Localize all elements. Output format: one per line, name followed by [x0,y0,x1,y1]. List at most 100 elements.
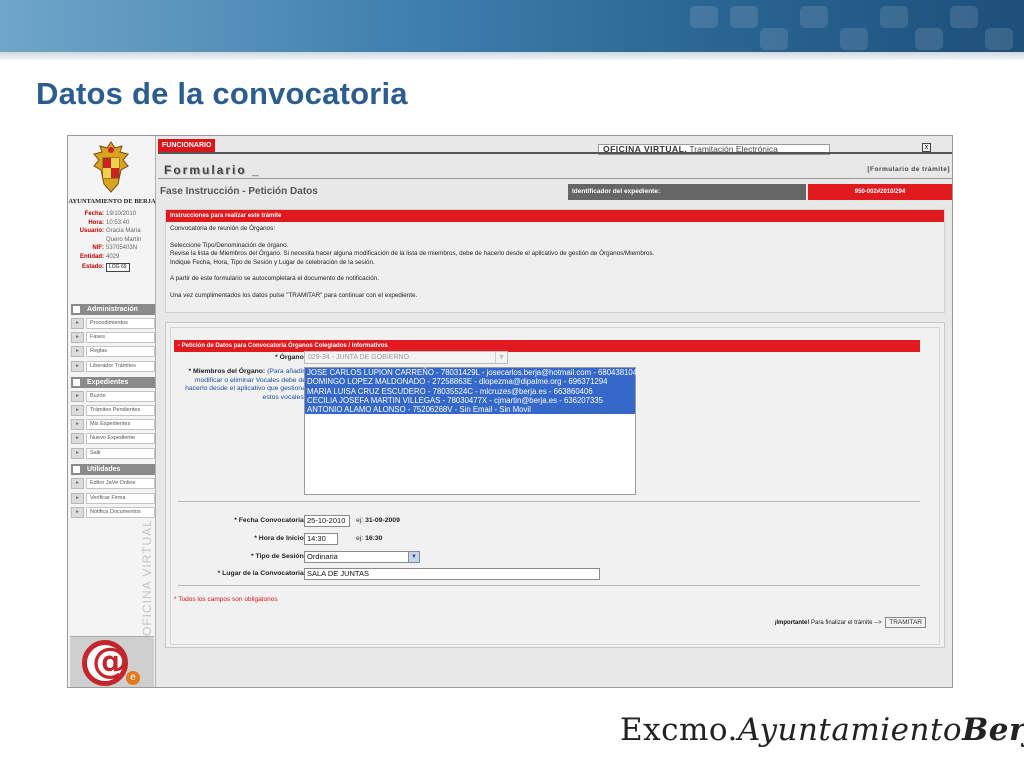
app-window: AYUNTAMIENTO DE BERJA Fecha: 19/10/2010 H… [67,135,953,688]
nav-label: Editor JaVe Online [86,478,155,489]
meta-key: Usuario: [79,228,104,234]
phase-row: Fase Instrucción - Petición Datos Identi… [158,184,952,200]
tramitar-button[interactable]: TRAMITAR [885,617,926,628]
instruction-line: Convocatoria de reunión de Órganos: [170,225,276,232]
hint-value: 31-09-2009 [365,517,400,524]
nav-item-mis-expedientes[interactable]: ► Mis Expedientes [71,419,155,430]
form-header: - Petición de Datos para Convocatoria Ór… [174,340,920,352]
section-expedientes[interactable]: Expedientes [71,377,155,388]
nav-item-nuevo-expediente[interactable]: ► Nuevo Expediente [71,433,155,444]
nav-item-salir[interactable]: ► Salir [71,448,155,459]
fecha-input[interactable]: 25-10-2010 [304,515,350,527]
lugar-input[interactable]: SALA DE JUNTAS [304,568,600,580]
header-divider [0,52,1024,60]
fecha-label: * Fecha Convocatoria: [234,517,306,524]
nav-item-verificar-firma[interactable]: ► Verificar Firma [71,493,155,504]
meta-key: Estado: [81,264,104,270]
section-administracion[interactable]: Administración [71,304,155,315]
meta-key: Fecha: [84,211,104,217]
section-label: Utilidades [87,466,121,473]
hora-hint: ej: 16:30 [356,535,382,542]
instructions-header: Instrucciones para realizar este trámite [166,210,944,222]
member-option[interactable]: MARIA LUISA CRUZ ESCUDERO - 78035524C - … [305,386,635,396]
divider [178,585,920,586]
slide-header-banner [0,0,1024,52]
member-option[interactable]: CECILIA JOSEFA MARTIN VILLEGAS - 7803047… [305,395,635,406]
arrow-right-icon: ► [71,405,84,416]
form-type-label: [Formulario de trámite] [867,166,950,173]
brand-part-1: Excmo. [620,712,738,748]
nav-label: Buzón [86,391,155,402]
organo-value: 029-34 - JUNTA DE GOBIERNO [308,354,410,361]
nav-label: Nuevo Expediente [86,433,155,444]
arrow-right-icon: ► [71,433,84,444]
sidebar: AYUNTAMIENTO DE BERJA Fecha: 19/10/2010 H… [68,136,156,687]
organo-select[interactable]: 029-34 - JUNTA DE GOBIERNO ▼ [304,351,508,364]
nav-item-fases[interactable]: ► Fases [71,332,155,343]
session-info: Fecha: 19/10/2010 Hora: 10:53:40 Usuario: G… [70,210,154,272]
meta-value: Gracia María Quero Martín [106,228,142,243]
hora-label: * Hora de Inicio: [254,535,306,542]
expediente-id-label: Identificador del expediente: [568,184,806,200]
nav-label: Liberador Trámites [86,361,155,372]
role-badge: FUNCIONARIO [158,139,216,152]
instruction-line: Una vez cumplimentados los datos pulse "… [170,291,418,299]
at-logo-icon: @ e [70,636,154,687]
nav-label: Mis Expedientes [86,419,155,430]
brand-signature: Excmo.AyuntamientoBerja [620,712,1024,748]
arrow-right-icon: ► [71,478,84,489]
tipo-sesion-select[interactable]: Ordinaria ▼ [304,551,420,563]
meta-value: 19/10/2010 [106,211,137,217]
nav-item-buzon[interactable]: ► Buzón [71,391,155,402]
meta-key: NIF: [92,245,104,251]
brand-part-2: Ayuntamiento [737,712,963,748]
member-option[interactable]: JOSE CARLOS LUPION CARREÑO - 78031429L -… [305,368,637,378]
vertical-watermark: OFICINA VIRTUAL [140,519,154,636]
status-badge: LOG 69 [106,263,130,272]
nav-label: Salir [86,448,155,459]
hora-input[interactable]: 14:30 [304,533,338,545]
meta-key: Entidad: [80,253,104,260]
important-text: Para finalizar el trámite --> [811,620,882,626]
meta-value: 4029 [106,253,120,260]
nav-item-procedimientos[interactable]: ► Procedimientos [71,318,155,329]
phase-title: Fase Instrucción - Petición Datos [160,186,318,197]
member-option[interactable]: ANTONIO ALAMO ALONSO - 75206268V - Sin E… [305,405,635,415]
expediente-id-value: 950-002#2010/294 [808,184,952,200]
hint-prefix: ej: [356,517,364,524]
sesion-value: Ordinaria [307,552,338,561]
nav-label: Verificar Firma [86,493,155,504]
city-crest-icon [93,141,129,193]
member-option[interactable]: DOMINGO LOPEZ MALDONADO - 27258863E - dl… [305,377,635,387]
submit-row: ¡Importante! Para finalizar el trámite -… [774,617,926,628]
arrow-right-icon: ► [71,318,84,329]
required-note: * Todos los campos son obligatorios [174,596,278,603]
nav-label: Reglas [86,346,155,357]
close-icon[interactable]: x [922,143,931,152]
meta-key: Hora: [88,219,104,226]
meta-value: 10:53:40 [106,219,130,226]
lugar-label: * Lugar de la Convocatoria: [217,570,306,577]
nav-label: Notifica Documentos [86,507,155,518]
nav-item-liberador[interactable]: ► Liberador Trámites [71,361,155,372]
section-label: Expedientes [87,379,129,386]
tools-icon [73,466,80,473]
nav-item-tramites-pendientes[interactable]: ► Trámites Pendientes [71,405,155,416]
nav-item-reglas[interactable]: ► Reglas [71,346,155,357]
form-title-row: Formulario _ [Formulario de trámite] [158,158,952,179]
lock-icon [73,306,80,313]
section-utilidades[interactable]: Utilidades [71,464,155,475]
nav-item-notifica[interactable]: ► Notifica Documentos [71,507,155,518]
arrow-right-icon: ► [71,448,84,459]
members-listbox[interactable]: JOSE CARLOS LUPION CARREÑO - 78031429L -… [304,367,637,495]
important-label: ¡Importante! [774,620,810,626]
meta-value: 53705403N [106,245,138,251]
members-label-title: * Miembros del Órgano: [188,368,266,375]
arrow-right-icon: ► [71,391,84,402]
nav-item-editor[interactable]: ► Editor JaVe Online [71,478,155,489]
arrow-right-icon: ► [71,346,84,357]
sesion-label: * Tipo de Sesión: [250,553,306,560]
section-label: Administración [87,306,138,313]
nav-label: Fases [86,332,155,343]
instruction-line: A partir de este formulario se autocompl… [170,275,379,283]
